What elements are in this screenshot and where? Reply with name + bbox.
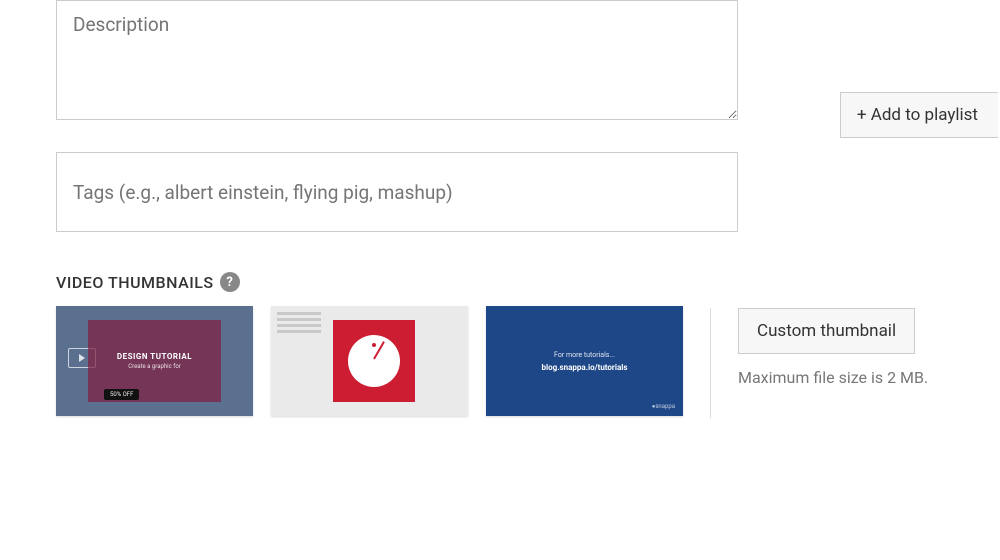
thumb3-subtitle: For more tutorials... [554, 351, 615, 359]
add-to-playlist-button[interactable]: + Add to playlist [840, 92, 998, 138]
thumb1-badge: 50% OFF [104, 389, 139, 400]
vertical-divider [710, 308, 711, 418]
thumb3-main: blog.snappa.io/tutorials [542, 363, 628, 372]
thumb2-ui-decor [277, 312, 321, 333]
description-input[interactable] [56, 0, 738, 120]
max-file-size-hint: Maximum file size is 2 MB. [738, 368, 928, 387]
thumb1-title: DESIGN TUTORIAL [117, 352, 192, 361]
thumbnail-option-2[interactable] [271, 306, 468, 416]
custom-thumbnail-button[interactable]: Custom thumbnail [738, 308, 915, 354]
thumb3-brand: snappa [652, 403, 675, 410]
thumbnail-options: DESIGN TUTORIAL Create a graphic for 50%… [56, 306, 738, 416]
clock-icon [348, 335, 400, 387]
tags-input[interactable] [56, 152, 738, 232]
thumbnail-option-1[interactable]: DESIGN TUTORIAL Create a graphic for 50%… [56, 306, 253, 416]
thumb1-subtitle: Create a graphic for [128, 363, 181, 370]
thumbnail-option-3[interactable]: For more tutorials... blog.snappa.io/tut… [486, 306, 683, 416]
help-icon[interactable]: ? [220, 272, 240, 292]
thumbnails-heading: VIDEO THUMBNAILS [56, 273, 214, 292]
